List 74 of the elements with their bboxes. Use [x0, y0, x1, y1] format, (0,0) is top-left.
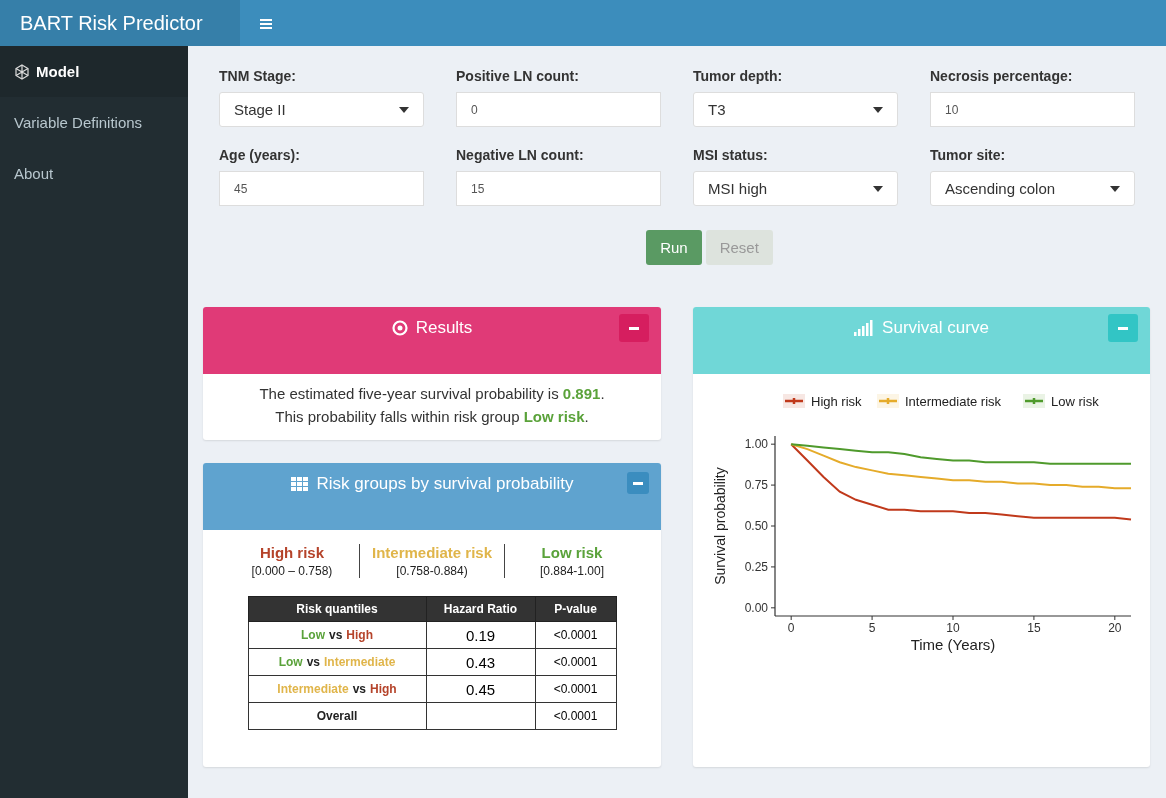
collapse-button[interactable]	[1108, 314, 1138, 342]
number-input[interactable]: 15	[456, 171, 661, 206]
table-cell: 0.43	[426, 648, 535, 676]
minus-icon	[633, 481, 643, 485]
field-label: Necrosis percentage:	[930, 68, 1074, 84]
y-tick-label: 0.00	[744, 600, 768, 615]
collapse-button[interactable]	[627, 472, 649, 494]
table-cell: <0.0001	[535, 675, 616, 703]
collapse-button[interactable]	[619, 314, 649, 342]
table-cell: Low vs High	[248, 621, 426, 649]
card-title: Risk groups by survival probability	[316, 474, 574, 494]
y-tick-label: 0.25	[744, 559, 768, 574]
dropdown[interactable]: Ascending colon	[930, 171, 1135, 206]
sidebar-item[interactable]: About	[0, 148, 188, 199]
table-cell: <0.0001	[535, 648, 616, 676]
column-header: Hazard Ratio	[426, 596, 535, 622]
dropdown[interactable]: MSI high	[693, 171, 898, 206]
y-tick-label: 0.50	[744, 519, 768, 533]
table-cell: Intermediate vs High	[248, 675, 426, 703]
table-cell: <0.0001	[535, 621, 616, 649]
x-tick-label: 15	[1027, 621, 1041, 635]
result-text: This probability falls within risk group Low risk.	[274, 407, 590, 427]
caret-icon	[873, 106, 883, 113]
card-title: Results	[415, 318, 473, 338]
field-label: Positive LN count:	[456, 68, 580, 84]
legend-label: High risk	[811, 394, 862, 409]
risk-group-name: Intermediate risk	[371, 544, 493, 561]
risk-group-name: Low risk	[540, 544, 604, 561]
column-header: P-value	[535, 596, 616, 622]
legend-label: Low risk	[1051, 394, 1099, 409]
y-tick-label: 0.75	[744, 478, 768, 493]
app-title: BART Risk Predictor	[0, 0, 240, 46]
x-tick-label: 5	[868, 621, 876, 635]
minus-icon	[1118, 326, 1128, 330]
number-input[interactable]: 0	[456, 92, 661, 127]
x-axis-title: Time (Years)	[910, 636, 996, 653]
grid-icon	[290, 477, 309, 491]
table-cell: <0.0001	[535, 702, 616, 730]
number-input[interactable]: 45	[219, 171, 424, 206]
target-icon	[391, 320, 408, 336]
field-label: Age (years):	[219, 147, 301, 163]
minus-icon	[629, 326, 639, 330]
card-title: Survival curve	[882, 318, 989, 338]
column-header: Risk quantiles	[248, 596, 426, 622]
caret-icon	[399, 106, 409, 113]
field-label: MSI status:	[693, 147, 769, 163]
field-label: Tumor site:	[930, 147, 1007, 163]
menu-icon	[260, 17, 272, 29]
table-cell: Overall	[248, 702, 426, 730]
caret-icon	[1110, 185, 1120, 192]
field-label: TNM Stage:	[219, 68, 297, 84]
field-label: Negative LN count:	[456, 147, 585, 163]
risk-group-name: High risk	[258, 544, 326, 561]
signal-bars-icon	[854, 320, 875, 336]
sidebar-item[interactable]: Variable Definitions	[0, 97, 188, 148]
caret-icon	[873, 185, 883, 192]
field-label: Tumor depth:	[693, 68, 784, 84]
y-tick-label: 1.00	[744, 437, 768, 452]
number-input[interactable]: 10	[930, 92, 1135, 127]
table-cell: Low vs Intermediate	[248, 648, 426, 676]
dropdown[interactable]: T3	[693, 92, 898, 127]
dropdown[interactable]: Stage II	[219, 92, 424, 127]
risk-group-range: [0.758-0.884)	[395, 564, 469, 578]
result-text: The estimated five-year survival probability is 0.891.	[258, 384, 606, 404]
risk-group-range: [0.884-1.00]	[539, 564, 606, 578]
x-tick-label: 20	[1108, 621, 1122, 635]
risk-group-range: [0.000 – 0.758)	[250, 564, 334, 578]
y-axis-title: Survival probability	[712, 467, 728, 585]
legend-label: Intermediate risk	[905, 394, 1002, 409]
table-cell: 0.19	[426, 621, 535, 649]
sidebar-item[interactable]: Model	[0, 46, 188, 97]
table-cell: 0.45	[426, 675, 535, 703]
x-tick-label: 10	[946, 621, 960, 635]
x-tick-label: 0	[787, 621, 795, 635]
